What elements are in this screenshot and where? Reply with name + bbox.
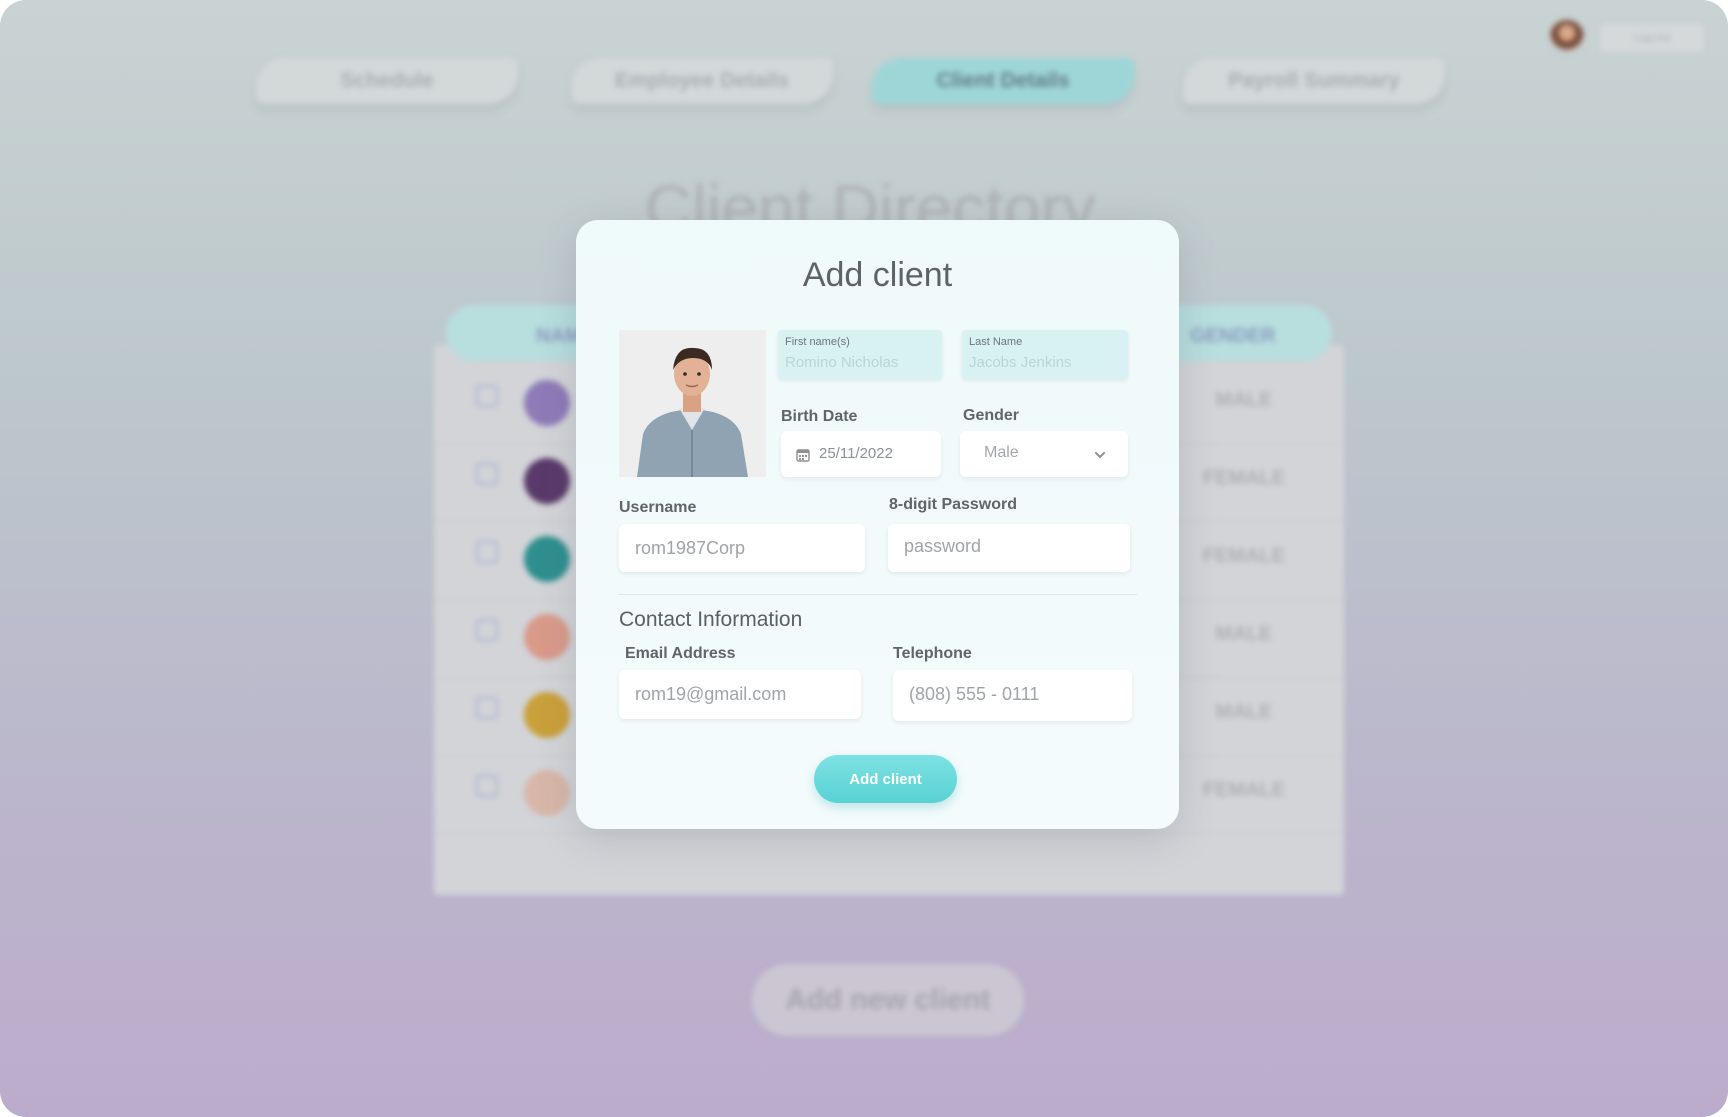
calendar-icon <box>796 449 810 462</box>
last-name-value: Jacobs Jenkins <box>969 354 1072 371</box>
row-gender: FEMALE <box>1202 467 1286 489</box>
row-checkbox[interactable] <box>476 775 498 797</box>
last-name-field[interactable]: Last Name Jacobs Jenkins <box>962 330 1128 379</box>
gender-label: Gender <box>963 407 1020 424</box>
row-gender: FEMALE <box>1202 779 1286 801</box>
username-input[interactable]: rom1987Corp <box>619 524 865 572</box>
gender-value: Male <box>984 444 1019 461</box>
password-label: 8-digit Password <box>889 496 1018 513</box>
add-new-client-button[interactable]: Add new client <box>752 964 1024 1036</box>
row-checkbox[interactable] <box>476 385 498 407</box>
birth-date-value: 25/11/2022 <box>819 445 893 462</box>
contact-heading: Contact Information <box>619 608 803 631</box>
avatar <box>524 770 570 816</box>
email-input[interactable]: rom19@gmail.com <box>619 670 861 719</box>
section-divider <box>619 594 1137 595</box>
avatar <box>524 614 570 660</box>
password-input[interactable]: password <box>888 524 1130 572</box>
row-checkbox[interactable] <box>476 619 498 641</box>
last-name-label: Last Name <box>969 336 1023 348</box>
birth-date-field[interactable]: 25/11/2022 <box>781 431 941 477</box>
row-gender: FEMALE <box>1202 545 1286 567</box>
add-client-modal: Add client First name(s) Romino Nicholas… <box>576 220 1179 829</box>
birth-date-label: Birth Date <box>781 408 858 425</box>
first-name-field[interactable]: First name(s) Romino Nicholas <box>778 330 942 379</box>
column-header-name[interactable]: NAM <box>536 325 582 348</box>
tab-employee-details[interactable]: Employee Details <box>571 58 833 104</box>
first-name-label: First name(s) <box>785 336 850 348</box>
telephone-placeholder: (808) 555 - 0111 <box>909 684 1040 704</box>
tab-payroll-summary[interactable]: Payroll Summary <box>1183 58 1445 104</box>
email-placeholder: rom19@gmail.com <box>635 684 787 704</box>
username-placeholder: rom1987Corp <box>635 538 746 558</box>
avatar <box>524 692 570 738</box>
email-label: Email Address <box>625 645 736 662</box>
app-window: Schedule Employee Details Client Details… <box>0 0 1728 1117</box>
first-name-value: Romino Nicholas <box>785 354 899 371</box>
row-checkbox[interactable] <box>476 541 498 563</box>
row-gender: MALE <box>1215 701 1273 723</box>
person-photo-icon <box>619 330 766 477</box>
password-placeholder: password <box>904 536 982 556</box>
avatar <box>524 458 570 504</box>
telephone-label: Telephone <box>893 645 972 662</box>
logout-button[interactable]: Log out <box>1600 24 1704 52</box>
user-avatar[interactable] <box>1550 20 1584 54</box>
row-gender: MALE <box>1215 389 1273 411</box>
telephone-input[interactable]: (808) 555 - 0111 <box>893 670 1132 721</box>
tab-client-details[interactable]: Client Details <box>872 58 1134 104</box>
client-photo[interactable] <box>619 330 766 477</box>
add-client-button[interactable]: Add client <box>814 755 957 803</box>
avatar <box>524 536 570 582</box>
tab-schedule[interactable]: Schedule <box>256 58 518 104</box>
username-label: Username <box>619 499 697 516</box>
chevron-down-icon <box>1095 452 1105 459</box>
column-header-gender[interactable]: GENDER <box>1190 325 1276 348</box>
row-checkbox[interactable] <box>476 463 498 485</box>
gender-select[interactable]: Male <box>960 431 1128 477</box>
modal-title: Add client <box>802 256 953 294</box>
avatar <box>524 380 570 426</box>
row-checkbox[interactable] <box>476 697 498 719</box>
row-gender: MALE <box>1215 623 1273 645</box>
